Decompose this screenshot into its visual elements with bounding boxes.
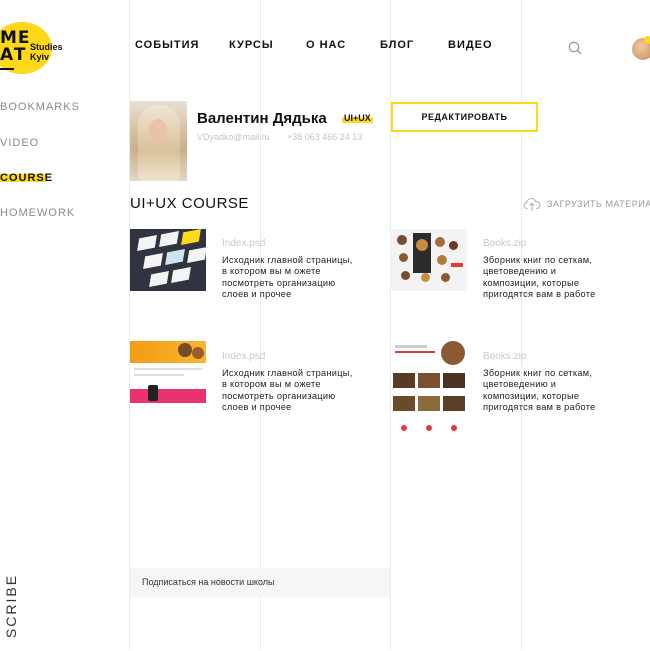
- logo-line-2: AT: [0, 45, 28, 65]
- course-badge: UI+UX: [342, 113, 373, 123]
- profile-phone: +38 063 466 24 13: [287, 132, 363, 142]
- material-thumbnail[interactable]: [391, 229, 467, 291]
- material-thumbnail[interactable]: [130, 341, 206, 403]
- search-icon[interactable]: [568, 41, 582, 55]
- profile-photo: [130, 101, 187, 181]
- nav-video[interactable]: ВИДЕО: [448, 39, 493, 51]
- subscribe-vertical-link[interactable]: SCRIBE: [3, 561, 19, 651]
- nav-blog[interactable]: БЛОГ: [380, 39, 414, 51]
- material-description: Исходник главной страницы, в котором вы …: [222, 368, 353, 413]
- nav-courses[interactable]: КУРСЫ: [229, 39, 274, 51]
- upload-material-link[interactable]: ЗАГРУЗИТЬ МАТЕРИАЛ: [547, 199, 650, 209]
- cloud-upload-icon[interactable]: [523, 196, 541, 212]
- newsletter-subscribe-label[interactable]: Подписаться на новости школы: [142, 577, 275, 587]
- course-title: UI+UX COURSE: [130, 195, 249, 212]
- material-thumbnail[interactable]: [130, 229, 206, 291]
- logo[interactable]: ME AT: [0, 30, 31, 70]
- nav-events[interactable]: СОБЫТИЯ: [135, 39, 199, 51]
- logo-underline: [0, 68, 14, 70]
- sidebar-item-course[interactable]: COURSE: [0, 172, 53, 184]
- logo-studio: Studies: [30, 42, 63, 52]
- material-filename[interactable]: Books.zip: [483, 351, 526, 362]
- material-description: Зборник книг по сеткам, цветоведению и к…: [483, 255, 596, 300]
- material-thumbnail[interactable]: [391, 341, 467, 443]
- logo-city: Kyiv: [30, 52, 50, 62]
- sidebar-item-homework[interactable]: HOMEWORK: [0, 207, 75, 219]
- nav-about[interactable]: О НАС: [306, 39, 346, 51]
- material-filename[interactable]: Index.psd: [222, 351, 265, 362]
- material-filename[interactable]: Books.zip: [483, 238, 526, 249]
- sidebar-item-video[interactable]: VIDEO: [0, 137, 39, 149]
- material-description: Исходник главной страницы, в котором вы …: [222, 255, 353, 300]
- profile-name: Валентин Дядька: [197, 110, 327, 127]
- material-filename[interactable]: Index.psd: [222, 238, 265, 249]
- material-description: Зборник книг по сеткам, цветоведению и к…: [483, 368, 596, 413]
- sidebar-item-bookmarks[interactable]: BOOKMARKS: [0, 101, 80, 113]
- profile-email: VDyadko@mail.ru: [197, 132, 270, 142]
- notification-dot: [644, 36, 650, 44]
- edit-profile-button[interactable]: РЕДАКТИРОВАТЬ: [391, 102, 538, 132]
